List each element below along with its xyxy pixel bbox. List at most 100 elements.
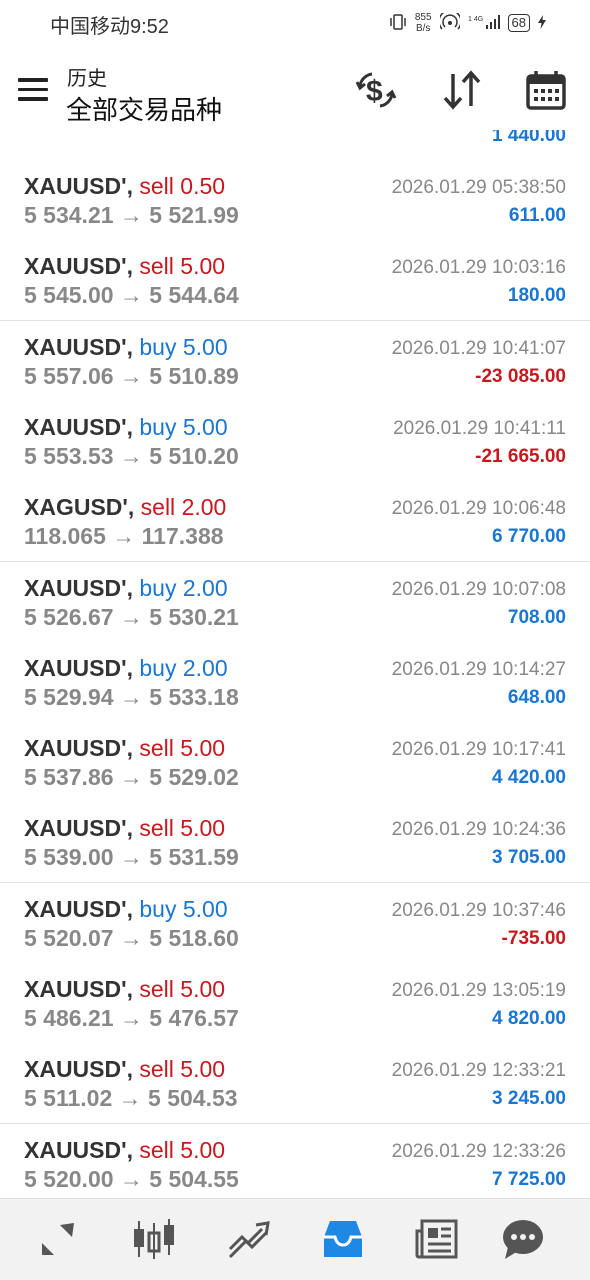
list-item[interactable]: XAUUSD', sell 0.50 5 534.21 → 5 521.99 202… [0,160,590,241]
list-item-partial[interactable]: 1 440.00 [0,130,590,161]
trade-symbol: XAUUSD' [24,976,127,1002]
trade-symbol: XAGUSD' [24,494,128,521]
trade-symbol-separator: , [126,333,140,360]
list-item[interactable]: XAGUSD', sell 2.00 118.065 → 117.388 2026.… [0,481,590,563]
trade-symbol-separator: , [126,413,140,440]
battery-indicator: 68 [507,14,530,32]
trade-symbol-separator: , [126,735,140,762]
currency-exchange-icon[interactable]: $ [354,68,398,112]
trade-profit: 3 705.00 [492,847,566,869]
list-item[interactable]: XAUUSD', sell 5.00 5 486.21 → 5 476.57 202… [0,963,590,1044]
trade-symbol-line: XAUUSD', buy 2.00 [24,655,228,682]
quotes-icon[interactable] [36,1217,82,1261]
trade-symbol-separator: , [127,494,141,521]
trade-time: 2026.01.29 12:33:21 [391,1060,566,1082]
trade-symbol: XAUUSD' [24,333,127,360]
trade-time: 2026.01.29 10:07:08 [391,578,566,600]
calendar-icon[interactable] [524,68,568,112]
bottom-navigation [0,1198,590,1280]
list-item[interactable]: XAUUSD', sell 5.00 5 539.00 → 5 531.59 202… [0,802,590,884]
trade-icon[interactable] [226,1217,272,1261]
trade-symbol: XAUUSD' [24,895,127,922]
trade-time: 2026.01.29 10:03:16 [391,257,566,279]
trade-prices: 5 526.67 → 5 530.21 [24,603,239,630]
trade-side: sell [139,253,174,280]
trade-profit: 7 725.00 [492,1168,566,1190]
trade-profit: 3 245.00 [492,1088,566,1110]
page-title: 历史 [67,68,107,90]
trade-symbol-line: XAUUSD', sell 0.50 [24,173,225,200]
trade-symbol: XAUUSD' [24,253,127,280]
trade-volume: 5.00 [180,253,226,280]
trade-symbol-line: XAUUSD', buy 5.00 [24,334,228,361]
trade-volume: 5.00 [180,815,226,842]
news-icon[interactable] [414,1217,460,1261]
trade-symbol-separator: , [126,574,140,601]
trade-time: 2026.01.29 10:06:48 [391,498,566,520]
trade-time: 2026.01.29 12:33:26 [391,1140,566,1162]
list-item[interactable]: XAUUSD', sell 5.00 5 520.00 → 5 504.55 202… [0,1123,590,1200]
chart-icon[interactable] [131,1217,177,1261]
trade-symbol-line: XAUUSD', sell 5.00 [24,1056,225,1083]
trade-profit: -735.00 [501,927,566,949]
trade-symbol-line: XAUUSD', sell 5.00 [24,253,225,280]
trade-profit: 4 420.00 [492,767,566,789]
network-speed: 855 B/s [415,12,432,34]
trade-time: 2026.01.29 10:41:07 [391,337,566,359]
trade-symbol-line: XAUUSD', buy 5.00 [24,896,228,923]
trade-side: sell [139,735,174,762]
list-item[interactable]: XAUUSD', buy 2.00 5 529.94 → 5 533.18 2026… [0,641,590,723]
trade-volume: 2.00 [181,494,227,521]
trade-prices: 118.065 → 117.388 [24,523,224,550]
trade-volume: 0.50 [180,173,226,199]
trade-symbol: XAUUSD' [24,1136,127,1163]
trade-volume: 5.00 [182,895,228,922]
trade-profit: 4 820.00 [492,1008,566,1029]
trade-volume: 5.00 [180,1056,226,1083]
history-icon[interactable] [320,1217,366,1261]
trade-side: buy [139,574,177,601]
trade-prices: 5 557.06 → 5 510.89 [24,362,239,389]
vibrate-icon [389,13,407,33]
trade-volume: 5.00 [180,735,226,762]
trade-symbol-separator: , [126,253,140,280]
list-item[interactable]: XAUUSD', sell 5.00 5 537.86 → 5 529.02 202… [0,722,590,804]
trade-profit: 611.00 [508,205,566,226]
list-item[interactable]: XAUUSD', sell 5.00 5 511.02 → 5 504.53 202… [0,1043,590,1125]
list-item[interactable]: XAUUSD', buy 2.00 5 526.67 → 5 530.21 2026… [0,561,590,643]
list-item[interactable]: XAUUSD', buy 5.00 5 520.07 → 5 518.60 2026… [0,882,590,964]
status-icons: 855 B/s 1 4G 68 [389,9,546,34]
trade-symbol-separator: , [126,895,140,922]
trade-profit: 180.00 [507,285,566,307]
trade-prices: 5 539.00 → 5 531.59 [24,844,239,871]
trade-symbol-separator: , [126,815,140,842]
menu-icon[interactable] [18,78,48,102]
trade-prices: 5 511.02 → 5 504.53 [24,1085,238,1112]
list-item[interactable]: XAUUSD', sell 5.00 5 545.00 → 5 544.64 202… [0,240,590,322]
list-item[interactable]: XAUUSD', buy 5.00 5 553.53 → 5 510.20 2026… [0,400,590,482]
svg-text:$: $ [366,75,383,108]
trade-side: sell [139,173,174,199]
trade-profit: 708.00 [507,606,566,628]
trade-profit: 1 440.00 [492,130,566,146]
symbol-filter-title[interactable]: 全部交易品种 [66,90,222,127]
trade-symbol-separator: , [126,1136,140,1163]
history-list[interactable]: 1 440.00 XAUUSD', sell 0.50 5 534.21 → 5 … [0,130,590,1200]
trade-symbol: XAUUSD' [24,413,127,440]
sort-icon[interactable] [440,68,484,112]
trade-prices: 5 553.53 → 5 510.20 [24,442,239,469]
chat-icon[interactable] [500,1217,546,1261]
trade-time: 2026.01.29 10:41:11 [393,417,566,439]
trade-volume: 5.00 [180,1136,226,1163]
trade-volume: 5.00 [180,976,226,1002]
trade-symbol-line: XAUUSD', buy 2.00 [24,575,228,602]
trade-volume: 5.00 [182,333,228,360]
trade-symbol: XAUUSD' [24,1056,127,1083]
signal-icon: 1 4G [468,14,500,33]
trade-prices: 5 486.21 → 5 476.57 [24,1005,239,1031]
list-item[interactable]: XAUUSD', buy 5.00 5 557.06 → 5 510.89 2026… [0,320,590,402]
trade-side: sell [139,815,174,842]
trade-side: sell [139,1136,174,1163]
trade-side: buy [139,413,177,440]
app-header: 历史 全部交易品种 $ [0,46,590,130]
